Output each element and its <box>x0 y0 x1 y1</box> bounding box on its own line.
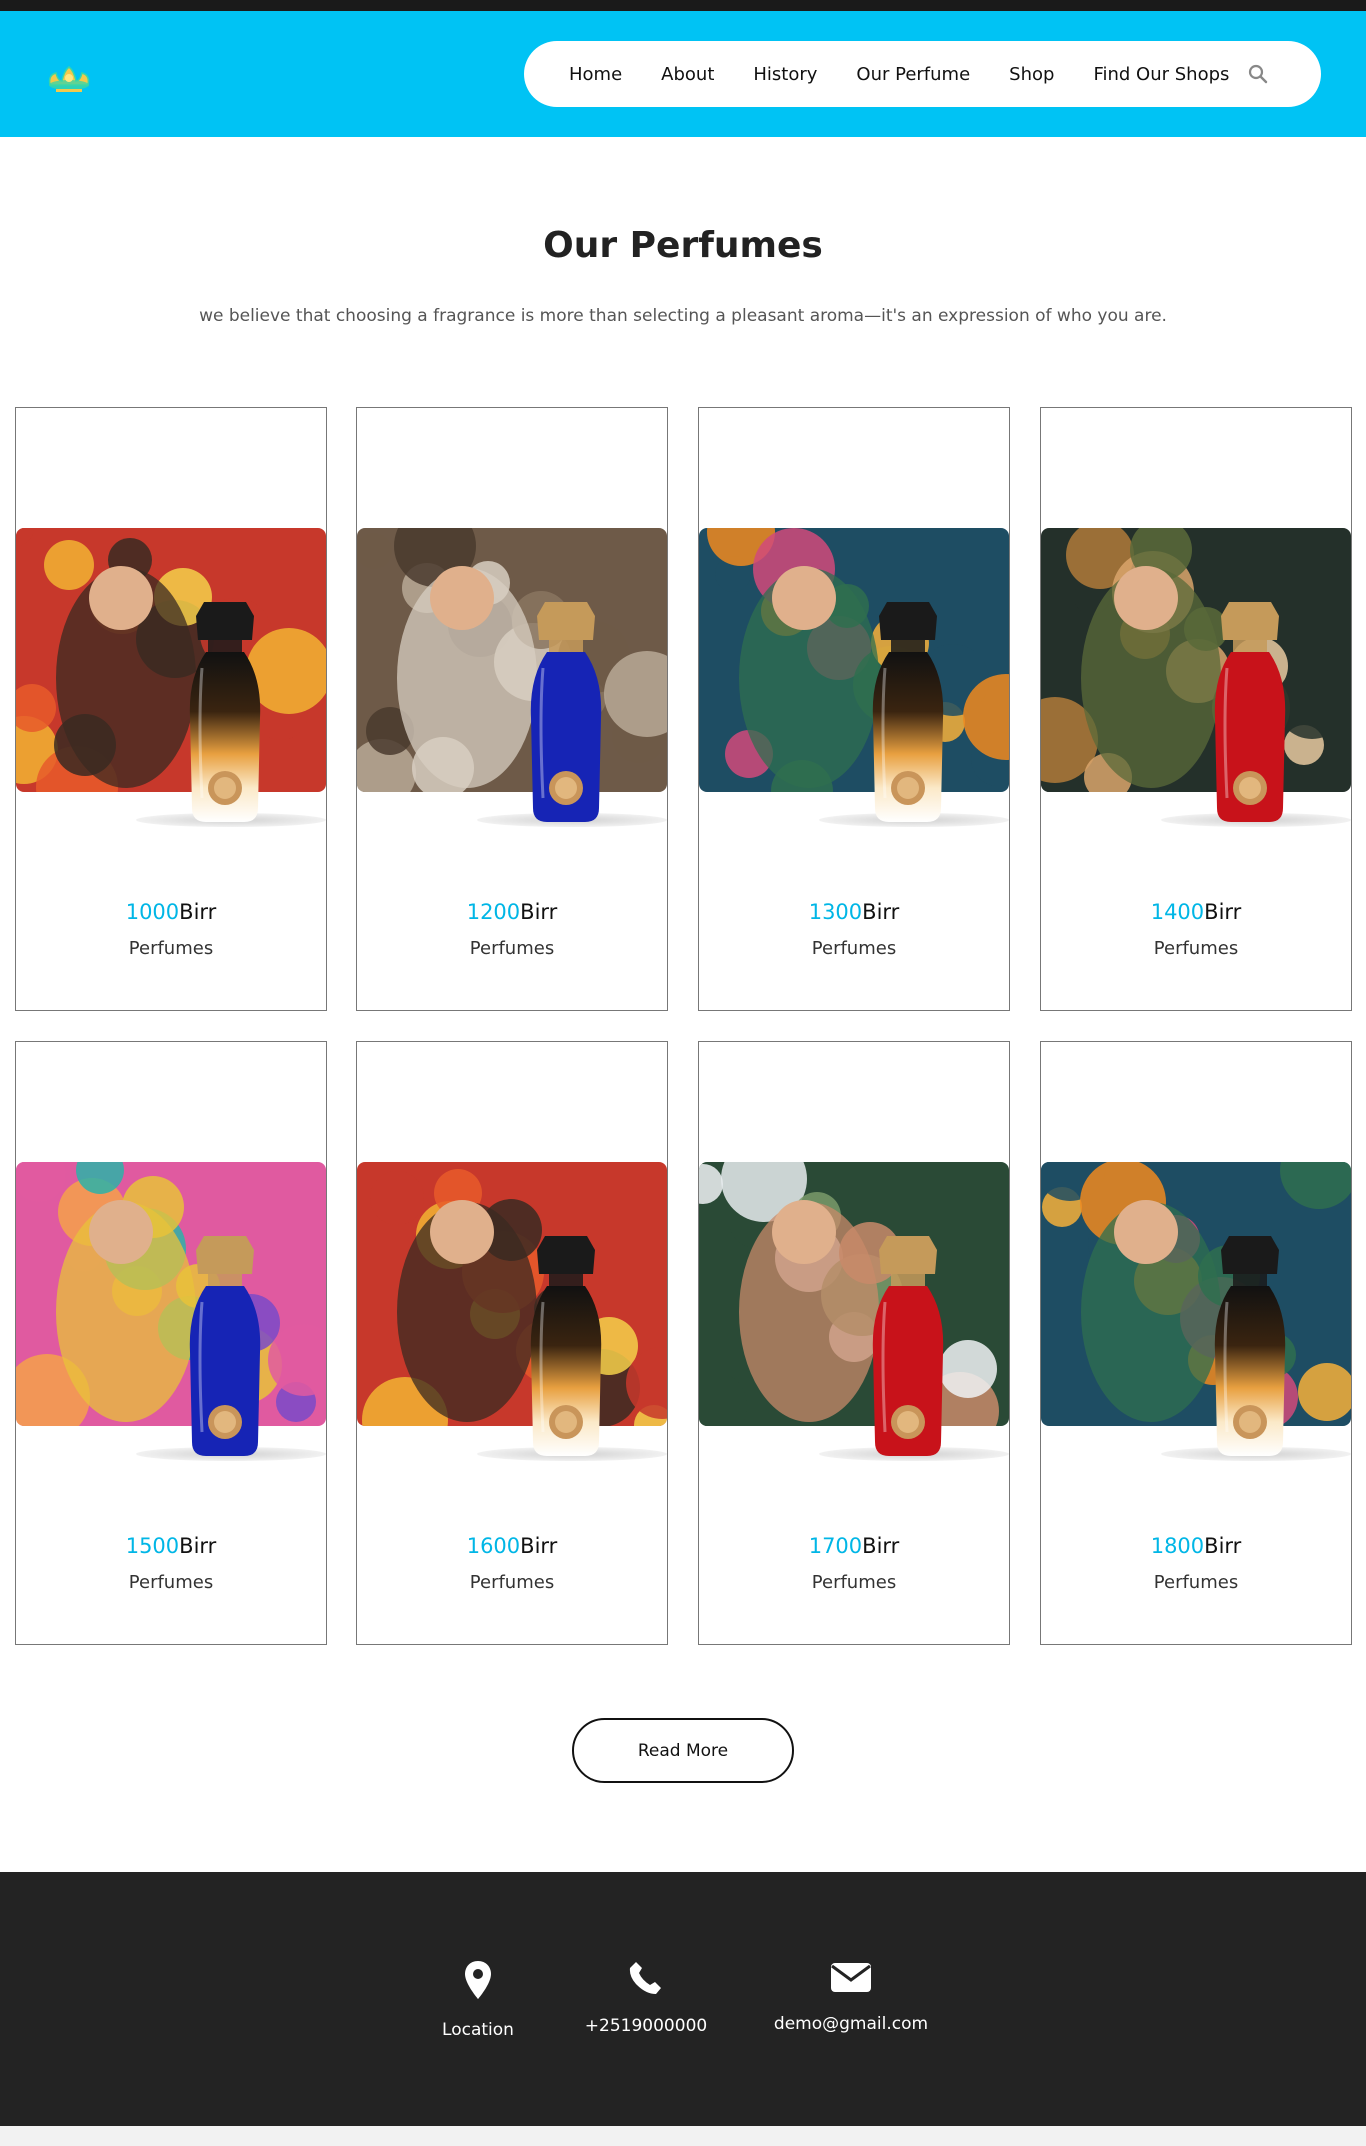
footer-email[interactable]: demo@gmail.com <box>771 1960 931 2034</box>
price-value: 1500 <box>125 1534 180 1558</box>
site-footer: Location +2519000000 demo@gmail.com <box>0 1872 1366 2126</box>
product-label: Perfumes <box>1153 1572 1239 1593</box>
nav-history[interactable]: History <box>753 64 817 85</box>
product-card[interactable]: 1800Birr Perfumes <box>1040 1041 1352 1645</box>
product-label: Perfumes <box>469 938 555 959</box>
product-label: Perfumes <box>469 1572 555 1593</box>
product-price: 1400Birr <box>1041 900 1351 924</box>
price-value: 1400 <box>1150 900 1205 924</box>
nav-home[interactable]: Home <box>569 64 622 85</box>
product-label: Perfumes <box>1153 938 1239 959</box>
price-currency: Birr <box>862 900 900 924</box>
price-currency: Birr <box>862 1534 900 1558</box>
map-pin-icon <box>465 1961 491 1999</box>
product-card[interactable]: 1500Birr Perfumes <box>15 1041 327 1645</box>
product-label: Perfumes <box>128 938 214 959</box>
nav-shop[interactable]: Shop <box>1009 64 1054 85</box>
perfume-bottle-icon <box>869 1232 947 1460</box>
envelope-icon <box>831 1963 871 1992</box>
footer-phone[interactable]: +2519000000 <box>576 1960 716 2036</box>
footer-bottom-strip <box>0 2126 1366 2146</box>
product-label: Perfumes <box>811 1572 897 1593</box>
product-card[interactable]: 1200Birr Perfumes <box>356 407 668 1011</box>
product-photo <box>1041 1162 1351 1426</box>
price-value: 1800 <box>1150 1534 1205 1558</box>
product-price: 1700Birr <box>699 1534 1009 1558</box>
site-header: Home About History Our Perfume Shop Find… <box>0 11 1366 137</box>
phone-icon <box>629 1962 661 1994</box>
price-currency: Birr <box>520 900 558 924</box>
product-price: 1800Birr <box>1041 1534 1351 1558</box>
price-value: 1600 <box>466 1534 521 1558</box>
crown-logo-icon[interactable] <box>44 63 94 99</box>
product-photo <box>1041 528 1351 792</box>
product-card[interactable]: 1000Birr Perfumes <box>15 407 327 1011</box>
product-price: 1000Birr <box>16 900 326 924</box>
page-title: Our Perfumes <box>543 225 823 266</box>
read-more-button[interactable]: Read More <box>572 1718 794 1783</box>
main-nav: Home About History Our Perfume Shop Find… <box>524 41 1321 107</box>
price-value: 1700 <box>808 1534 863 1558</box>
product-card[interactable]: 1600Birr Perfumes <box>356 1041 668 1645</box>
price-currency: Birr <box>179 1534 217 1558</box>
perfume-bottle-icon <box>869 598 947 826</box>
footer-phone-label: +2519000000 <box>584 2016 708 2036</box>
top-strip <box>0 0 1366 11</box>
perfume-bottle-icon <box>1211 1232 1289 1460</box>
nav-find-our-shops[interactable]: Find Our Shops <box>1093 64 1229 85</box>
perfume-bottle-icon <box>1211 598 1289 826</box>
product-photo <box>699 1162 1009 1426</box>
perfume-bottle-icon <box>186 1232 264 1460</box>
product-price: 1200Birr <box>357 900 667 924</box>
product-photo <box>699 528 1009 792</box>
price-currency: Birr <box>1204 1534 1242 1558</box>
price-value: 1200 <box>466 900 521 924</box>
product-photo <box>357 528 667 792</box>
product-photo <box>16 528 326 792</box>
product-card[interactable]: 1700Birr Perfumes <box>698 1041 1010 1645</box>
price-currency: Birr <box>179 900 217 924</box>
page-subtitle: we believe that choosing a fragrance is … <box>199 306 1167 326</box>
price-value: 1300 <box>808 900 863 924</box>
footer-email-label: demo@gmail.com <box>773 2014 929 2034</box>
product-card[interactable]: 1400Birr Perfumes <box>1040 407 1352 1011</box>
price-value: 1000 <box>125 900 180 924</box>
nav-our-perfume[interactable]: Our Perfume <box>856 64 970 85</box>
perfume-bottle-icon <box>527 1232 605 1460</box>
search-icon[interactable] <box>1247 63 1269 85</box>
product-photo <box>16 1162 326 1426</box>
perfume-bottle-icon <box>527 598 605 826</box>
nav-about[interactable]: About <box>661 64 714 85</box>
price-currency: Birr <box>520 1534 558 1558</box>
perfume-bottle-icon <box>186 598 264 826</box>
product-card[interactable]: 1300Birr Perfumes <box>698 407 1010 1011</box>
product-price: 1500Birr <box>16 1534 326 1558</box>
product-label: Perfumes <box>811 938 897 959</box>
product-price: 1300Birr <box>699 900 1009 924</box>
footer-location-label: Location <box>442 2020 514 2040</box>
price-currency: Birr <box>1204 900 1242 924</box>
product-price: 1600Birr <box>357 1534 667 1558</box>
product-photo <box>357 1162 667 1426</box>
product-label: Perfumes <box>128 1572 214 1593</box>
footer-location[interactable]: Location <box>418 1960 538 2040</box>
